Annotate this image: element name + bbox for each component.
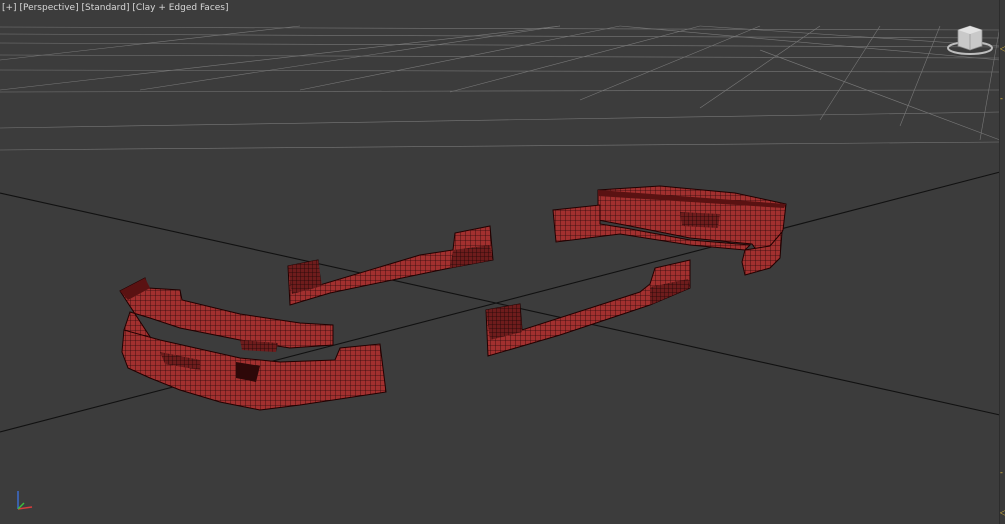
- viewport-general-menu[interactable]: [+]: [2, 3, 17, 13]
- viewport-label: [+] [Perspective] [Standard] [Clay + Edg…: [2, 3, 229, 13]
- edge-tick-icon: -: [1000, 468, 1003, 477]
- edge-triangle-icon: ◁: [1000, 44, 1005, 53]
- edge-triangle-icon: ◁: [1000, 508, 1005, 517]
- viewport-perspective[interactable]: [+] [Perspective] [Standard] [Clay + Edg…: [0, 0, 1005, 524]
- viewport-canvas[interactable]: [0, 0, 1005, 524]
- axis-tripod-icon: [17, 491, 33, 510]
- viewport-shading-mode-menu[interactable]: [Clay + Edged Faces]: [132, 3, 228, 13]
- viewport-shading-standard-menu[interactable]: [Standard]: [81, 3, 129, 13]
- viewcube-icon[interactable]: [944, 22, 996, 58]
- side-skirt-upper-mesh[interactable]: [287, 225, 494, 306]
- rear-bumper-mesh[interactable]: [552, 185, 787, 276]
- viewport-right-edge: ◁ - - ◁: [999, 0, 1005, 524]
- side-skirt-lower-mesh[interactable]: [485, 259, 691, 357]
- ground-grid: [0, 25, 1001, 151]
- edge-tick-icon: -: [1000, 94, 1003, 103]
- viewport-point-of-view-menu[interactable]: [Perspective]: [19, 3, 78, 13]
